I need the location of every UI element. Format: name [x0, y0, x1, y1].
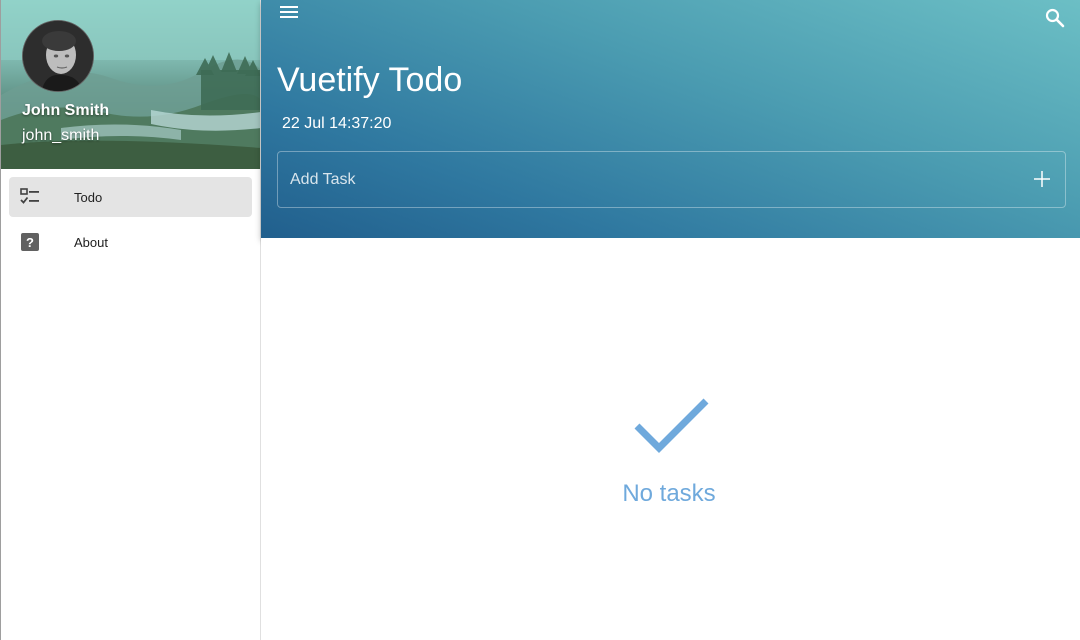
user-name: John Smith: [22, 102, 110, 119]
checklist-icon: [20, 188, 39, 204]
nav-list: Todo ? About: [1, 169, 260, 275]
drawer-header: John Smith john_smith: [1, 0, 260, 169]
avatar[interactable]: [22, 20, 94, 92]
plus-icon[interactable]: [1033, 170, 1051, 188]
task-list-area: No tasks: [261, 238, 1080, 640]
nav-item-label: Todo: [74, 189, 103, 205]
add-task-input[interactable]: [278, 152, 1018, 207]
nav-item-todo[interactable]: Todo: [9, 177, 252, 217]
nav-item-label: About: [74, 234, 108, 250]
empty-state-message: No tasks: [622, 480, 716, 507]
svg-text:?: ?: [26, 235, 34, 250]
live-clock: 22 Jul 14:37:20: [282, 115, 392, 132]
check-icon: [634, 398, 709, 453]
search-icon[interactable]: [1044, 7, 1066, 29]
avatar-photo: [23, 21, 93, 91]
nav-item-about[interactable]: ? About: [9, 222, 252, 262]
navigation-drawer: John Smith john_smith Todo ? About: [0, 0, 261, 640]
user-handle: john_smith: [22, 127, 100, 144]
menu-icon[interactable]: [279, 3, 301, 21]
app-root: John Smith john_smith Todo ? About Vueti…: [0, 0, 1080, 640]
page-title: Vuetify Todo: [277, 61, 463, 99]
add-task-field[interactable]: [277, 151, 1066, 208]
help-box-icon: ?: [21, 233, 39, 251]
app-bar: Vuetify Todo 22 Jul 14:37:20: [261, 0, 1080, 238]
